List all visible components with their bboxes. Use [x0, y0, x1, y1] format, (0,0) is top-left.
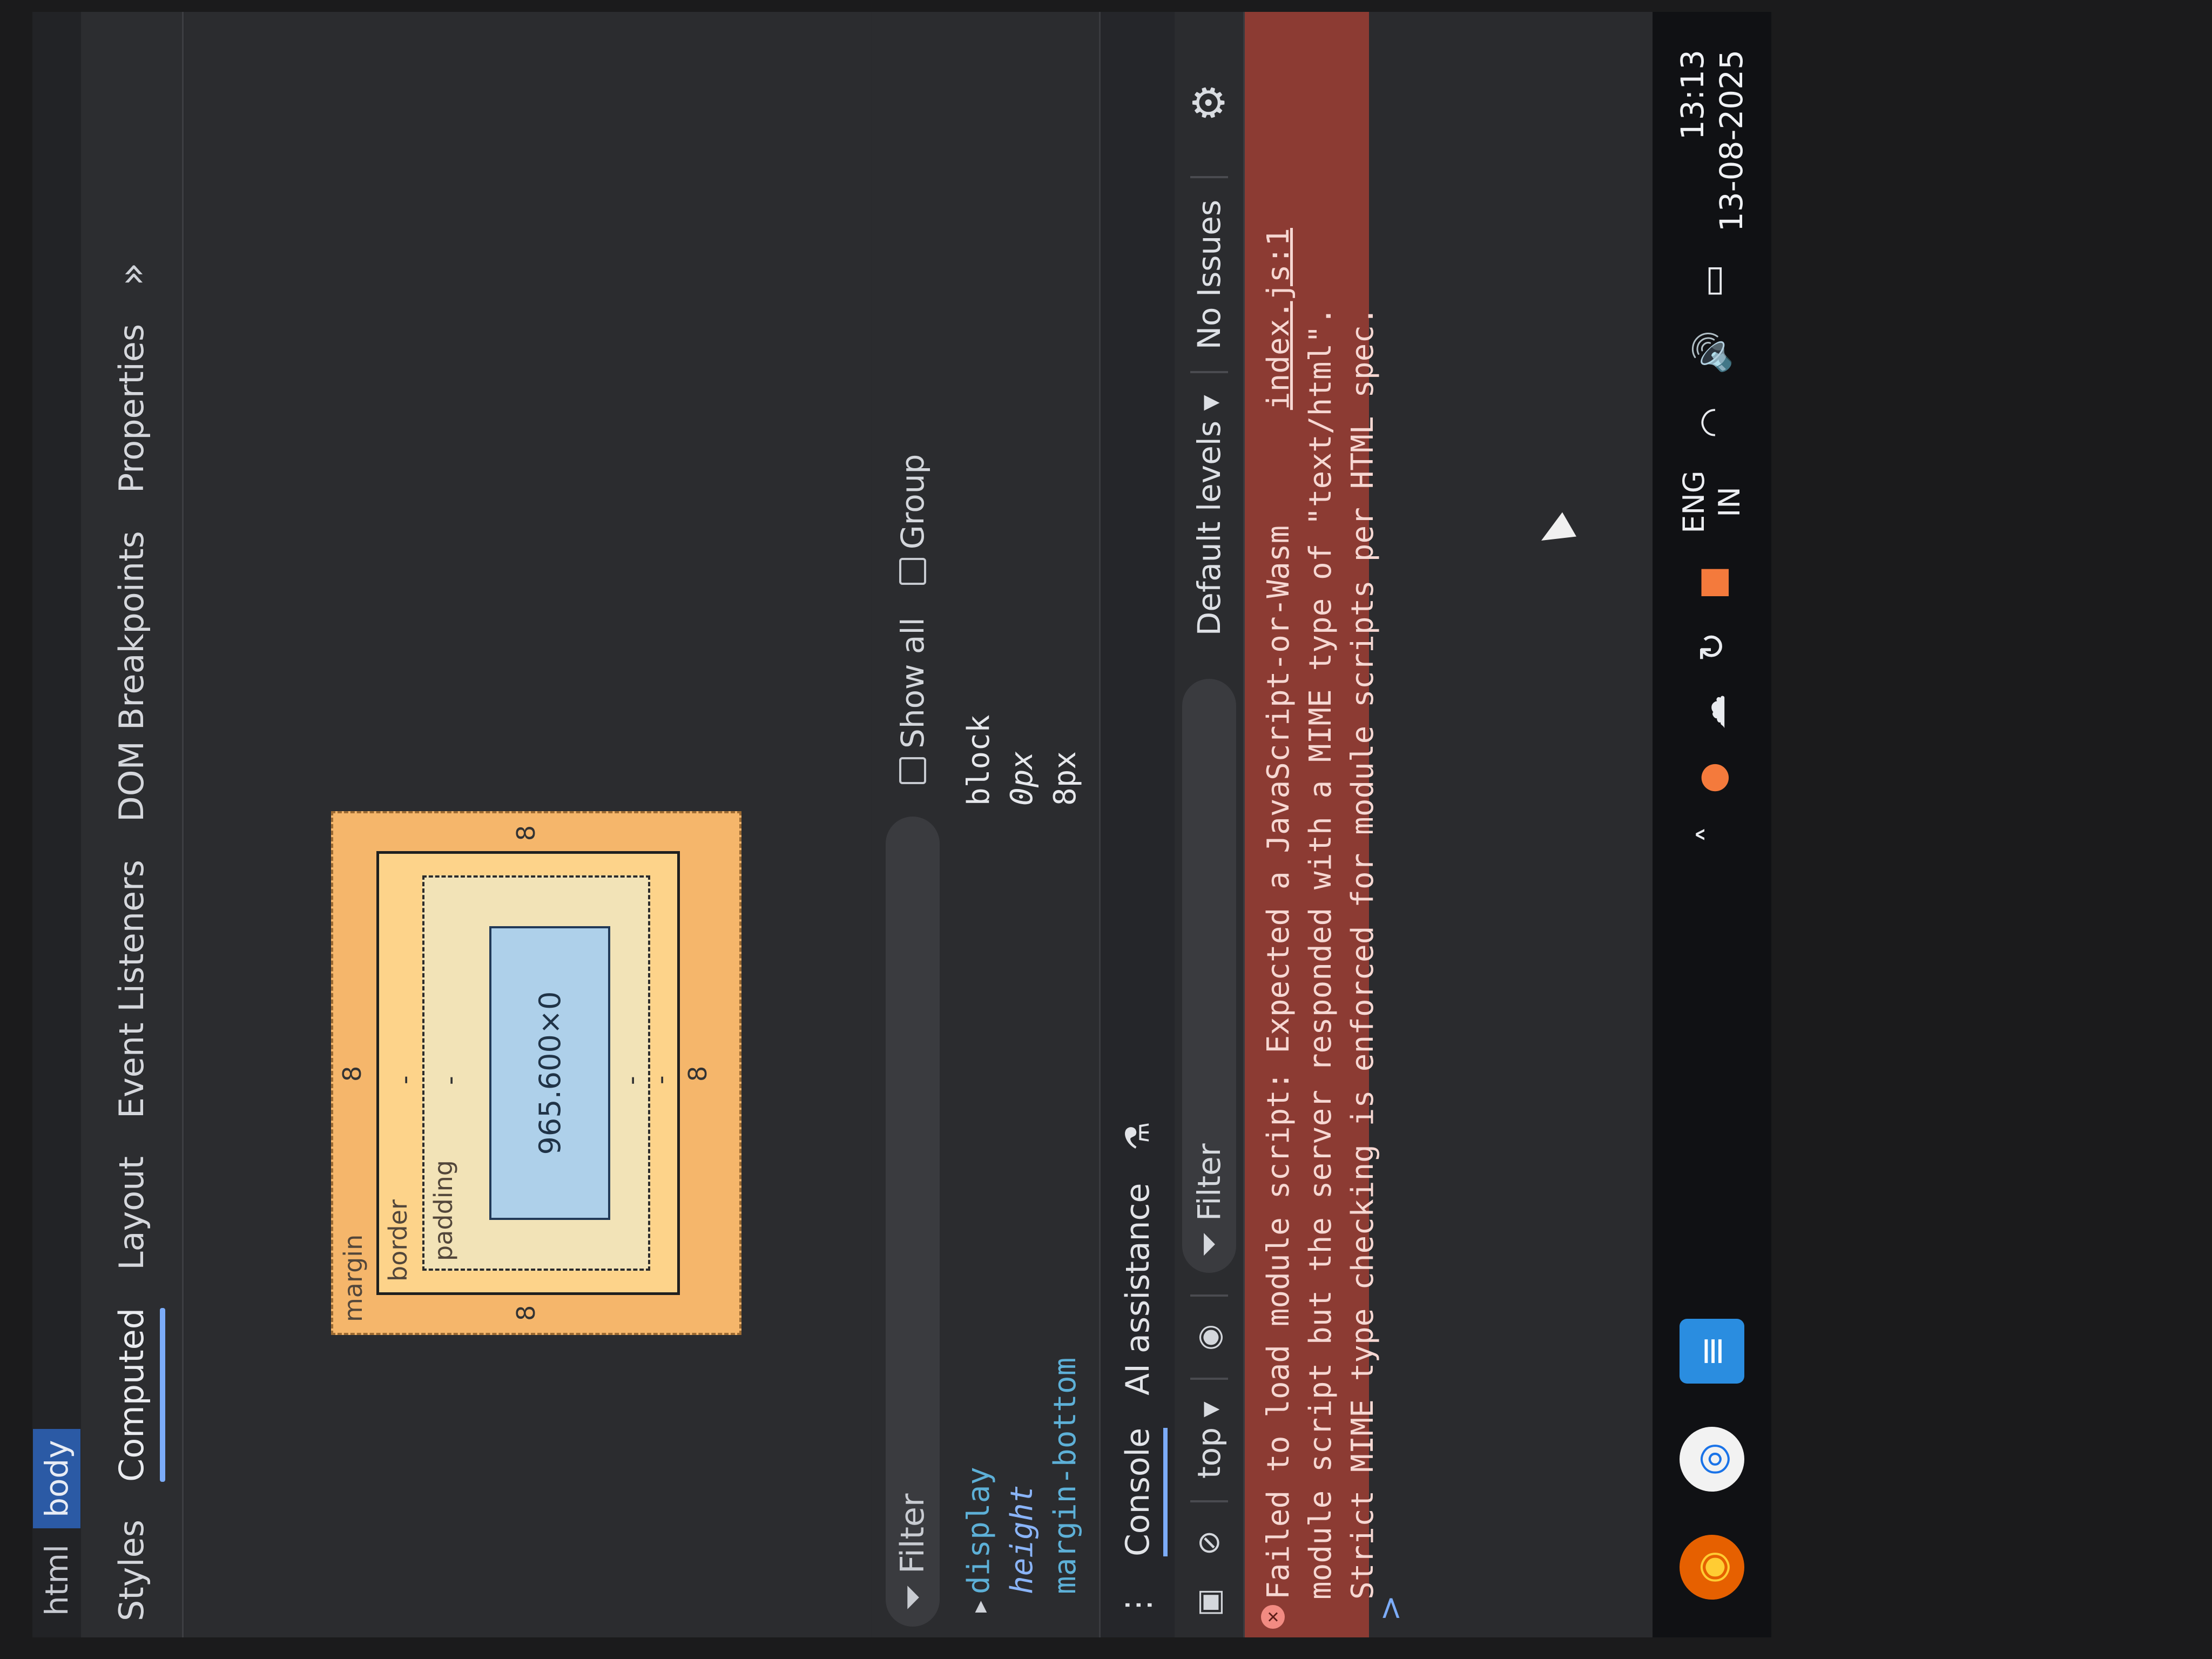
console-filter-input[interactable]: ⏷ Filter — [1182, 679, 1236, 1273]
toolbar-divider — [1190, 1294, 1228, 1297]
error-line: Strict MIME type checking is enforced fo… — [1345, 307, 1380, 1600]
date: 13-08-2025 — [1713, 50, 1750, 232]
notepad-icon[interactable]: ≡ — [1680, 1319, 1744, 1384]
group-label: Group — [894, 454, 931, 550]
mouse-pointer-icon — [1534, 512, 1576, 553]
firefox-icon[interactable]: ◉ — [1680, 1535, 1744, 1600]
computed-pane: margin 8 8 8 8 border - - padding - - 96… — [185, 12, 871, 1637]
log-levels-label: Default levels — [1190, 420, 1228, 636]
flask-icon: ⚗ — [1118, 1121, 1157, 1151]
expand-triangle-icon[interactable]: ▸ — [961, 1597, 996, 1616]
language-code: ENG — [1677, 470, 1711, 534]
filter-placeholder: Filter — [894, 1493, 932, 1574]
windows-taskbar: ◉ ◎ ≡ ˄ ● ☁ ↻ ■ ENG IN ◠ 🔊 ▭ 13:13 13-08… — [1653, 12, 1771, 1637]
battery-icon[interactable]: ▭ — [1691, 264, 1733, 298]
console-prompt[interactable]: > — [1372, 1595, 1408, 1621]
computed-prop-row[interactable]: ▸ display block — [961, 644, 1004, 1616]
log-levels-dropdown[interactable]: Default levels ▾ — [1191, 395, 1228, 636]
margin-left-value[interactable]: 8 — [511, 1305, 541, 1321]
error-line: module script but the server responded w… — [1303, 307, 1338, 1600]
filter-funnel-icon: ⏷ — [1190, 1231, 1227, 1257]
prop-name: display — [961, 1466, 996, 1594]
eye-icon[interactable]: ◉ — [1190, 1318, 1228, 1356]
prop-value: block — [961, 714, 996, 806]
time: 13:13 — [1674, 50, 1711, 140]
tab-properties[interactable]: Properties — [101, 324, 162, 493]
mega-icon[interactable]: ● — [1691, 762, 1733, 793]
show-all-checkbox[interactable]: Show all — [894, 617, 931, 784]
border-label: border — [383, 1199, 413, 1282]
system-tray: ˄ ● ☁ ↻ ■ ENG IN ◠ 🔊 ▭ 13:13 13-08-2025 — [1673, 12, 1751, 844]
padding-label: padding — [429, 1160, 458, 1261]
toolbar-divider — [1190, 371, 1228, 374]
language-indicator[interactable]: ENG IN — [1676, 470, 1748, 533]
console-error-message: ✕ index.js:1 Failed to load module scrip… — [1245, 12, 1380, 1637]
clock[interactable]: 13:13 13-08-2025 — [1673, 50, 1751, 232]
chevron-up-icon[interactable]: ˄ — [1691, 826, 1733, 844]
drawer-menu-icon[interactable]: ⋮ — [1119, 1589, 1157, 1621]
tab-ai-assistance[interactable]: AI assistance — [1119, 1183, 1157, 1395]
elements-panel-tabs: Styles Computed Layout Event Listeners D… — [81, 12, 184, 1637]
more-tabs-chevron-icon[interactable]: » — [109, 262, 154, 286]
sync-icon[interactable]: ↻ — [1691, 632, 1733, 662]
tab-layout[interactable]: Layout — [101, 1156, 162, 1270]
tab-computed[interactable]: Computed — [101, 1308, 162, 1482]
toolbar-divider — [1190, 1378, 1228, 1380]
sidebar-toggle-icon[interactable]: ▣ — [1190, 1583, 1228, 1621]
context-selector[interactable]: top ▾ — [1191, 1401, 1228, 1479]
computed-prop-row[interactable]: margin-bottom 8px — [1048, 644, 1091, 1616]
drawer-tabs: ⋮ Console AI assistance ⚗ — [1099, 12, 1175, 1637]
box-model-border[interactable]: border - - padding - - 965.600×0 — [376, 851, 680, 1295]
error-source-link[interactable]: index.js:1 — [1258, 228, 1300, 410]
box-model-margin[interactable]: margin 8 8 8 8 border - - padding - - 96… — [331, 811, 741, 1335]
toolbar-divider — [1190, 1500, 1228, 1502]
wifi-icon[interactable]: ◠ — [1691, 407, 1733, 439]
group-checkbox-box[interactable] — [899, 558, 926, 585]
computed-prop-row[interactable]: height 0px — [1004, 644, 1048, 1616]
margin-top-value[interactable]: 8 — [338, 1066, 367, 1082]
prop-value: 0px — [1004, 751, 1040, 806]
box-model-content[interactable]: 965.600×0 — [489, 926, 610, 1220]
show-all-checkbox-box[interactable] — [899, 757, 926, 784]
border-top-value[interactable]: - — [390, 1075, 419, 1084]
computed-properties-list: ▸ display block height 0px margin-bottom… — [953, 12, 1099, 1637]
padding-bottom-value[interactable]: - — [617, 1076, 646, 1085]
box-model-padding[interactable]: padding - - 965.600×0 — [422, 875, 650, 1271]
box-model-diagram: margin 8 8 8 8 border - - padding - - 96… — [331, 811, 741, 1335]
chrome-icon[interactable]: ◎ — [1680, 1427, 1744, 1492]
breadcrumb: html body — [32, 12, 81, 1637]
filter-funnel-icon: ⏷ — [894, 1584, 932, 1610]
console-toolbar: ▣ ⊘ top ▾ ◉ ⏷ Filter Default levels ▾ No… — [1175, 12, 1245, 1637]
show-all-label: Show all — [894, 617, 931, 748]
issues-counter[interactable]: No Issues — [1191, 200, 1228, 350]
cloud-icon[interactable]: ☁ — [1691, 694, 1733, 730]
group-checkbox[interactable]: Group — [894, 454, 931, 585]
border-bottom-value[interactable]: - — [646, 1075, 675, 1084]
margin-bottom-value[interactable]: 8 — [683, 1066, 712, 1082]
prop-name: height — [1004, 1485, 1040, 1594]
breadcrumb-html[interactable]: html — [33, 1534, 80, 1627]
toolbar-divider — [1190, 176, 1228, 178]
tab-console[interactable]: Console — [1119, 1428, 1157, 1556]
tab-dom-breakpoints[interactable]: DOM Breakpoints — [101, 531, 162, 822]
region-code: IN — [1712, 487, 1746, 517]
clear-console-icon[interactable]: ⊘ — [1190, 1524, 1228, 1562]
computed-filter-input[interactable]: ⏷ Filter — [886, 817, 940, 1627]
margin-label: margin — [339, 1234, 368, 1322]
app-tray-icon[interactable]: ■ — [1691, 566, 1733, 599]
gear-icon[interactable]: ⚙ — [1184, 83, 1234, 122]
console-filter-placeholder: Filter — [1190, 1143, 1228, 1221]
computed-filter-row: ⏷ Filter Show all Group — [872, 12, 953, 1637]
devtools-screen: html body Styles Computed Layout Event L… — [32, 12, 1653, 1637]
error-circle-icon: ✕ — [1261, 1605, 1285, 1629]
tab-event-listeners[interactable]: Event Listeners — [101, 860, 162, 1118]
breadcrumb-body[interactable]: body — [33, 1429, 80, 1528]
prop-name: margin-bottom — [1048, 1357, 1083, 1594]
context-label: top — [1190, 1427, 1228, 1479]
tab-styles[interactable]: Styles — [101, 1520, 162, 1621]
prop-value: 8px — [1048, 751, 1083, 806]
volume-icon[interactable]: 🔊 — [1691, 330, 1733, 374]
padding-top-value[interactable]: - — [435, 1076, 464, 1085]
margin-right-value[interactable]: 8 — [511, 825, 541, 841]
